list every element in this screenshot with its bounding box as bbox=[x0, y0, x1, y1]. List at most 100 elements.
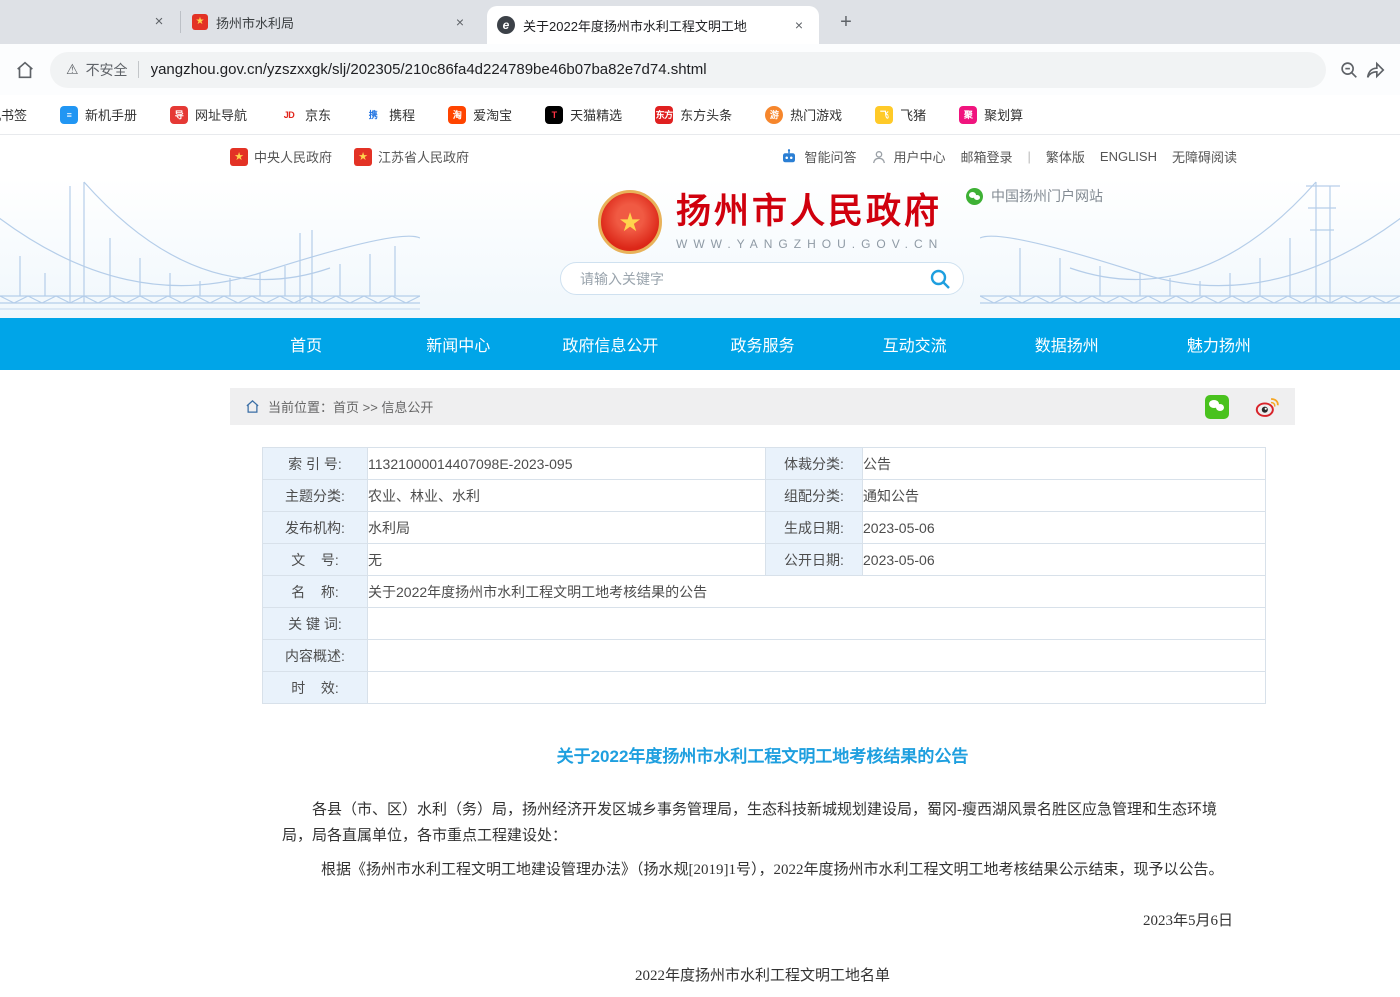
tab-shuiliju[interactable]: ★ 扬州市水利局 × bbox=[182, 0, 480, 44]
utility-label: 用户中心 bbox=[893, 147, 945, 166]
bookmark-taobao[interactable]: 淘 爱淘宝 bbox=[448, 105, 512, 124]
meta-value: 无 bbox=[368, 544, 766, 576]
search-icon[interactable] bbox=[925, 264, 955, 294]
bookmark-icon-toutiao: 东方 bbox=[655, 106, 673, 124]
document-meta-table: 索 引 号: 11321000014407098E-2023-095 体裁分类:… bbox=[262, 447, 1266, 704]
site-logo[interactable]: ★ 扬州市人民政府 WWW.YANGZHOU.GOV.CN bbox=[598, 190, 943, 254]
site-url: WWW.YANGZHOU.GOV.CN bbox=[676, 237, 943, 251]
english-version-link[interactable]: ENGLISH bbox=[1100, 149, 1157, 164]
weibo-icon[interactable] bbox=[1255, 396, 1280, 418]
bookmark-label: 聚划算 bbox=[984, 105, 1023, 124]
page: × ★ 扬州市水利局 × e 关于2022年度扬州市水利工程文明工地 × + ⚠… bbox=[0, 0, 1400, 997]
nav-item-home[interactable]: 首页 bbox=[230, 318, 382, 370]
share-icon[interactable] bbox=[1362, 57, 1388, 83]
table-row: 时 效: bbox=[263, 672, 1266, 704]
mail-login-link[interactable]: 邮箱登录 bbox=[960, 147, 1012, 166]
national-emblem-icon: ★ bbox=[230, 148, 248, 166]
breadcrumb-text[interactable]: 当前位置：首页 >> 信息公开 bbox=[268, 397, 433, 416]
site-banner: ★ 扬州市人民政府 WWW.YANGZHOU.GOV.CN 中国扬州门户网站 bbox=[0, 178, 1400, 318]
nav-item-services[interactable]: 政务服务 bbox=[686, 318, 838, 370]
traditional-version-link[interactable]: 繁体版 bbox=[1046, 147, 1085, 166]
bookmark-tmall[interactable]: T 天猫精选 bbox=[545, 105, 622, 124]
bookmark-icon-url-nav: 导 bbox=[170, 106, 188, 124]
tab-active-announcement[interactable]: e 关于2022年度扬州市水利工程文明工地 × bbox=[487, 6, 819, 44]
link-central-gov[interactable]: ★ 中央人民政府 bbox=[230, 147, 332, 166]
bookmark-toutiao[interactable]: 东方 东方头条 bbox=[655, 105, 732, 124]
meta-label: 关 键 词: bbox=[263, 608, 368, 640]
table-row: 名 称: 关于2022年度扬州市水利工程文明工地考核结果的公告 bbox=[263, 576, 1266, 608]
national-emblem-icon: ★ bbox=[354, 148, 372, 166]
bookmark-label: 东方头条 bbox=[680, 105, 732, 124]
nav-item-charm[interactable]: 魅力扬州 bbox=[1143, 318, 1295, 370]
bridge-artwork-left bbox=[0, 178, 420, 318]
meta-value bbox=[368, 672, 1266, 704]
bookmark-juhuasuan[interactable]: 聚 聚划算 bbox=[959, 105, 1023, 124]
close-icon[interactable]: × bbox=[148, 11, 170, 33]
nav-item-interaction[interactable]: 互动交流 bbox=[839, 318, 991, 370]
bookmark-label: 新机手册 bbox=[85, 105, 137, 124]
bookmark-phone-bookmarks[interactable]: 机书签 bbox=[0, 105, 27, 124]
bookmark-icon-jd: JD bbox=[280, 106, 298, 124]
tab-title: 扬州市水利局 bbox=[216, 13, 442, 32]
portal-link[interactable]: 中国扬州门户网站 bbox=[966, 186, 1103, 206]
utility-divider: | bbox=[1028, 149, 1031, 164]
article-title: 关于2022年度扬州市水利工程文明工地考核结果的公告 bbox=[230, 742, 1295, 767]
meta-value: 水利局 bbox=[368, 512, 766, 544]
meta-value: 农业、林业、水利 bbox=[368, 480, 766, 512]
robot-icon bbox=[780, 148, 798, 166]
nav-item-info-disclosure[interactable]: 政府信息公开 bbox=[534, 318, 686, 370]
bookmark-icon-ctrip: 携 bbox=[364, 106, 382, 124]
article-date: 2023年5月6日 bbox=[230, 909, 1233, 930]
bookmark-label: 飞猪 bbox=[900, 105, 926, 124]
article-paragraph: 根据《扬州市水利工程文明工地建设管理办法》（扬水规[2019]1号），2022年… bbox=[282, 857, 1232, 883]
browser-toolbar: ⚠ 不安全 yangzhou.gov.cn/yzszxxgk/slj/20230… bbox=[0, 44, 1400, 95]
user-icon bbox=[871, 149, 887, 165]
browser-tab-bar: × ★ 扬州市水利局 × e 关于2022年度扬州市水利工程文明工地 × + bbox=[0, 0, 1400, 44]
meta-label: 名 称: bbox=[263, 576, 368, 608]
article-list-title: 2022年度扬州市水利工程文明工地名单 bbox=[230, 964, 1295, 985]
bookmark-label: 热门游戏 bbox=[790, 105, 842, 124]
article-body: 各县（市、区）水利（务）局，扬州经济开发区城乡事务管理局，生态科技新城规划建设局… bbox=[282, 797, 1232, 883]
gov-link-label: 中央人民政府 bbox=[254, 147, 332, 166]
bookmark-url-nav[interactable]: 导 网址导航 bbox=[170, 105, 247, 124]
browser-home-icon[interactable] bbox=[12, 57, 38, 83]
insecure-warning-icon[interactable]: ⚠ bbox=[66, 61, 79, 78]
table-row: 文 号: 无 公开日期: 2023-05-06 bbox=[263, 544, 1266, 576]
new-tab-button[interactable]: + bbox=[832, 8, 860, 36]
tab-title: 关于2022年度扬州市水利工程文明工地 bbox=[523, 16, 781, 35]
meta-label: 公开日期: bbox=[766, 544, 863, 576]
table-row: 发布机构: 水利局 生成日期: 2023-05-06 bbox=[263, 512, 1266, 544]
nav-item-news[interactable]: 新闻中心 bbox=[382, 318, 534, 370]
meta-value: 公告 bbox=[863, 448, 1266, 480]
bookmark-label: 天猫精选 bbox=[570, 105, 622, 124]
meta-value bbox=[368, 640, 1266, 672]
user-center-link[interactable]: 用户中心 bbox=[871, 147, 945, 166]
bookmark-manual[interactable]: ≡ 新机手册 bbox=[60, 105, 137, 124]
table-row: 主题分类: 农业、林业、水利 组配分类: 通知公告 bbox=[263, 480, 1266, 512]
url-text[interactable]: yangzhou.gov.cn/yzszxxgk/slj/202305/210c… bbox=[151, 61, 707, 78]
bookmark-fliggy[interactable]: 飞 飞猪 bbox=[875, 105, 926, 124]
meta-label: 发布机构: bbox=[263, 512, 368, 544]
meta-label: 时 效: bbox=[263, 672, 368, 704]
accessibility-link[interactable]: 无障碍阅读 bbox=[1172, 147, 1237, 166]
meta-value bbox=[368, 608, 1266, 640]
bookmark-jd[interactable]: JD 京东 bbox=[280, 105, 331, 124]
bookmark-label: 携程 bbox=[389, 105, 415, 124]
bookmark-label: 机书签 bbox=[0, 105, 27, 124]
bookmark-games[interactable]: 游 热门游戏 bbox=[765, 105, 842, 124]
breadcrumb: 当前位置：首页 >> 信息公开 bbox=[230, 388, 1295, 425]
zoom-out-icon[interactable] bbox=[1336, 57, 1362, 83]
national-emblem-icon: ★ bbox=[192, 14, 208, 30]
bookmark-ctrip[interactable]: 携 携程 bbox=[364, 105, 415, 124]
close-icon[interactable]: × bbox=[789, 15, 809, 35]
main-navigation: 首页 新闻中心 政府信息公开 政务服务 互动交流 数据扬州 魅力扬州 bbox=[0, 318, 1400, 370]
search-input[interactable] bbox=[578, 270, 925, 288]
address-bar[interactable]: ⚠ 不安全 yangzhou.gov.cn/yzszxxgk/slj/20230… bbox=[50, 52, 1326, 88]
smart-qa-link[interactable]: 智能问答 bbox=[780, 147, 856, 166]
bookmark-icon-taobao: 淘 bbox=[448, 106, 466, 124]
wechat-icon[interactable] bbox=[1205, 395, 1229, 419]
link-jiangsu-gov[interactable]: ★ 江苏省人民政府 bbox=[354, 147, 469, 166]
nav-item-data[interactable]: 数据扬州 bbox=[991, 318, 1143, 370]
close-icon[interactable]: × bbox=[450, 12, 470, 32]
meta-label: 主题分类: bbox=[263, 480, 368, 512]
